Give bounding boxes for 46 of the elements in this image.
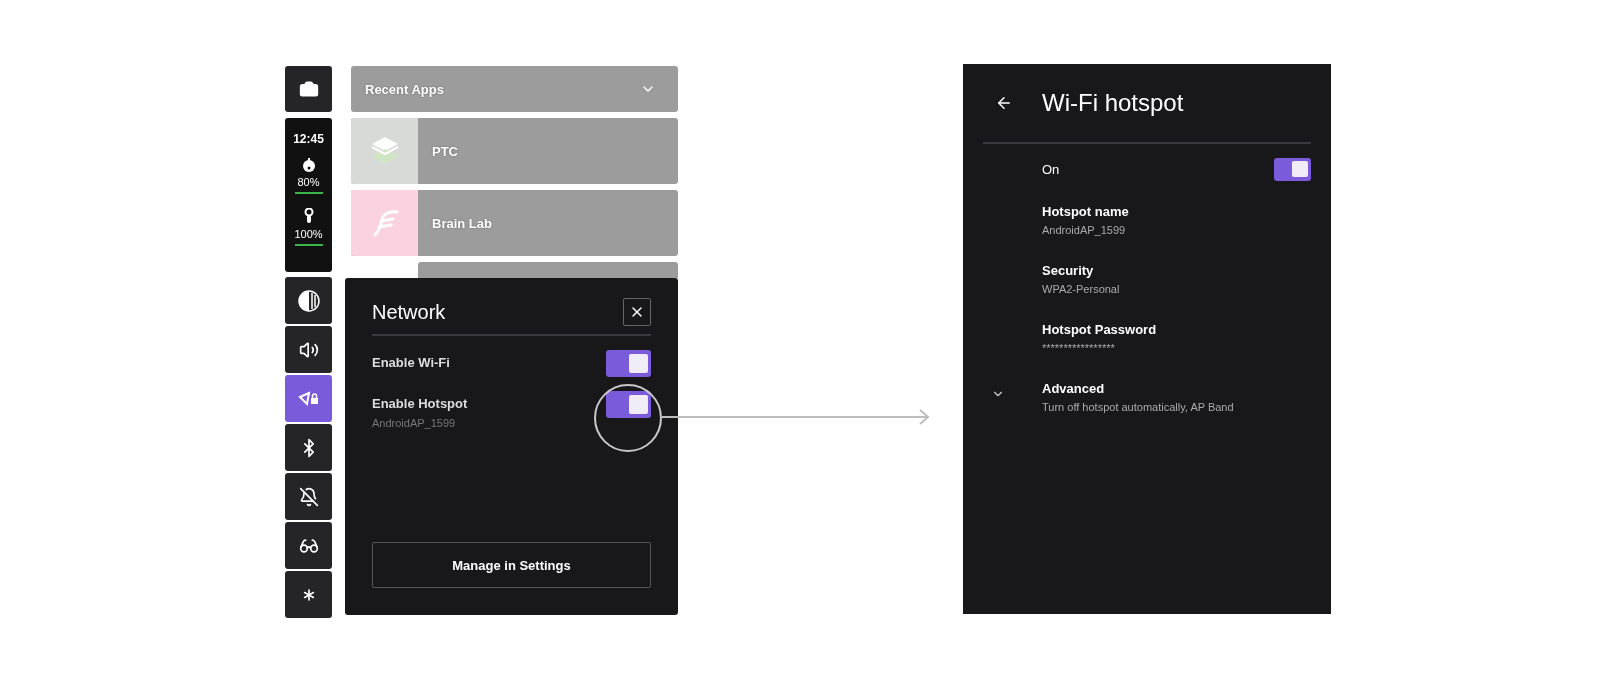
app-logo — [351, 118, 418, 184]
toggle-switch[interactable] — [1274, 157, 1311, 181]
controller-icon — [303, 208, 314, 224]
sidebar-tile[interactable] — [285, 473, 332, 520]
volume-icon — [298, 339, 319, 360]
hotspot-lock-icon — [297, 389, 320, 408]
item-value: Turn off hotspot automatically, AP Band — [1042, 401, 1234, 413]
settings-item[interactable]: Hotspot Password ***************** — [983, 310, 1311, 369]
item-value: ***************** — [1042, 342, 1116, 354]
screen-title: Wi-Fi hotspot — [1042, 89, 1184, 117]
panel-title: Network — [372, 300, 446, 324]
battery-reading: 80% — [297, 176, 320, 188]
recent-apps-title: Recent Apps — [365, 81, 444, 97]
switch-label: On — [1042, 161, 1060, 177]
highlight-circle — [594, 384, 662, 452]
app-logo — [351, 190, 418, 256]
sidebar-tile[interactable] — [285, 571, 332, 618]
camera-icon — [298, 79, 319, 99]
sidebar-tile[interactable] — [285, 326, 332, 373]
toggle-subtitle: AndroidAP_1599 — [372, 417, 457, 429]
sidebar-tile[interactable] — [285, 522, 332, 569]
camera-button[interactable] — [285, 66, 332, 112]
item-title: Advanced — [1042, 381, 1106, 396]
toggle-label: Enable Hotspot — [372, 396, 468, 411]
settings-item[interactable]: Hotspot name AndroidAP_1599 — [983, 192, 1311, 251]
sidebar-tile[interactable] — [285, 375, 332, 422]
toggle-switch[interactable] — [606, 391, 651, 418]
toggle-switch[interactable] — [606, 350, 651, 377]
sidebar-tile[interactable] — [285, 277, 332, 324]
headset-icon — [301, 158, 316, 172]
manage-settings-button[interactable]: Manage in Settings — [372, 542, 651, 588]
close-button[interactable] — [623, 298, 651, 326]
battery-reading: 100% — [294, 228, 323, 240]
item-title: Hotspot Password — [1042, 322, 1157, 337]
contrast-icon — [297, 289, 320, 312]
item-value: WPA2-Personal — [1042, 283, 1120, 295]
toggle-label: Enable Wi-Fi — [372, 355, 450, 370]
sidebar-tile[interactable] — [285, 424, 332, 471]
item-value: AndroidAP_1599 — [1042, 224, 1127, 236]
app-name: Brain Lab — [432, 215, 492, 231]
item-title: Hotspot name — [1042, 204, 1129, 219]
app-name: PTC — [432, 143, 458, 159]
clock-time: 12:45 — [293, 132, 324, 146]
item-title: Security — [1042, 263, 1095, 278]
settings-item[interactable]: Security WPA2-Personal — [983, 251, 1311, 310]
bell-off-icon — [298, 486, 319, 507]
